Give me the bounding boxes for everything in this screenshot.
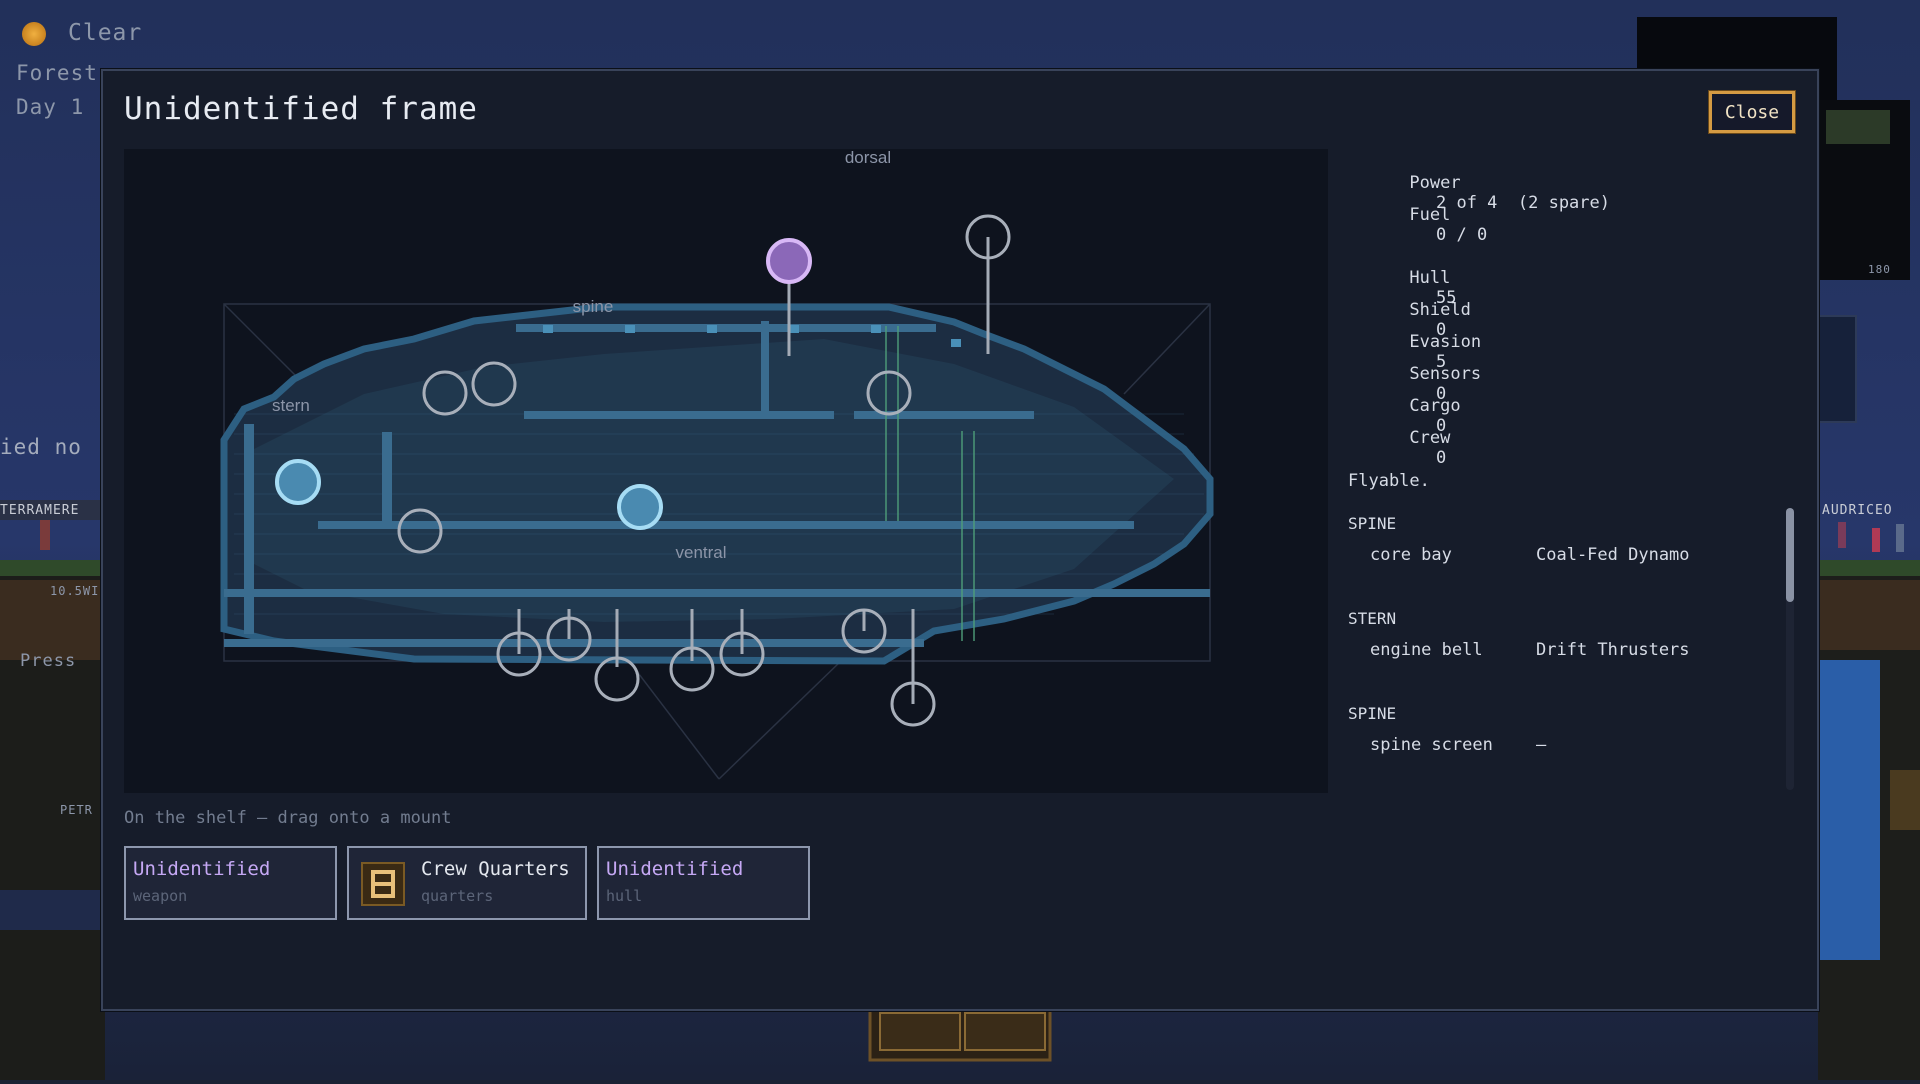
frame-stats-panel: Power 2 of 4 (2 spare) Fuel 0 / 0 Hull 5… bbox=[1348, 153, 1788, 793]
mount-point-occupied[interactable] bbox=[275, 459, 321, 505]
day-label: Day 1 bbox=[16, 95, 85, 119]
bunk-bed-icon bbox=[361, 862, 405, 906]
mount-point-occupied[interactable] bbox=[617, 484, 663, 530]
card-kind: quarters bbox=[421, 887, 494, 905]
fuel-value: 0 / 0 bbox=[1436, 225, 1488, 245]
section-part: – bbox=[1536, 735, 1547, 755]
card-name: Unidentified bbox=[133, 858, 271, 880]
card-kind: hull bbox=[606, 887, 643, 905]
section-title: STERN bbox=[1348, 609, 1397, 628]
card-name: Unidentified bbox=[606, 858, 744, 880]
scrollbar-thumb[interactable] bbox=[1786, 508, 1794, 602]
card-kind: weapon bbox=[133, 887, 188, 905]
shelf-card-crew-quarters[interactable]: Crew Quarters quarters bbox=[347, 846, 587, 920]
weather-sun-icon bbox=[22, 22, 46, 46]
shelf-card-unidentified-hull[interactable]: Unidentified hull bbox=[597, 846, 810, 920]
sign-left: TERRAMERE bbox=[0, 503, 80, 518]
flyable-status: Flyable. bbox=[1348, 471, 1430, 491]
region-label-spine: spine bbox=[573, 297, 614, 316]
shelf-card-unidentified-weapon[interactable]: Unidentified weapon bbox=[124, 846, 337, 920]
section-slot: engine bell bbox=[1370, 640, 1483, 660]
mount-point-selected[interactable] bbox=[766, 238, 812, 284]
crew-value: 0 bbox=[1436, 448, 1447, 468]
biome-label: Forest bbox=[16, 61, 98, 85]
section-title: SPINE bbox=[1348, 704, 1397, 723]
frame-dialog: Unidentified frame Close dorsal spine st… bbox=[101, 69, 1819, 1011]
section-slot: spine screen bbox=[1370, 735, 1493, 755]
small-label-2: PETR bbox=[60, 803, 93, 817]
region-label-stern: stern bbox=[272, 396, 310, 415]
close-button[interactable]: Close bbox=[1708, 90, 1796, 134]
minimap-value: 180 bbox=[1868, 263, 1891, 276]
crew-label: Crew bbox=[1409, 428, 1451, 448]
power-value: 2 of 4 (2 spare) bbox=[1436, 193, 1610, 213]
hint-fragment: Press bbox=[20, 651, 77, 671]
dialog-title: Unidentified frame bbox=[124, 91, 478, 127]
section-part: Drift Thrusters bbox=[1536, 640, 1690, 660]
section-slot: core bay bbox=[1370, 545, 1452, 565]
region-label-ventral: ventral bbox=[675, 543, 726, 562]
region-label-dorsal: dorsal bbox=[845, 149, 891, 167]
weather-label: Clear bbox=[68, 20, 143, 46]
section-part: Coal-Fed Dynamo bbox=[1536, 545, 1690, 565]
section-title: SPINE bbox=[1348, 514, 1397, 533]
stats-scrollbar[interactable] bbox=[1786, 508, 1794, 790]
sign-right: AUDRICEO bbox=[1822, 503, 1893, 518]
card-name: Crew Quarters bbox=[421, 858, 570, 880]
ship-schematic: dorsal spine stern ventral bbox=[220, 149, 1214, 780]
ship-schematic-view[interactable]: dorsal spine stern ventral bbox=[124, 149, 1328, 793]
small-label: 10.5WI bbox=[50, 584, 100, 598]
fuel-label: Fuel bbox=[1409, 205, 1451, 225]
shelf-label: On the shelf – drag onto a mount bbox=[124, 808, 452, 828]
message-fragment: ied no bbox=[0, 435, 82, 459]
